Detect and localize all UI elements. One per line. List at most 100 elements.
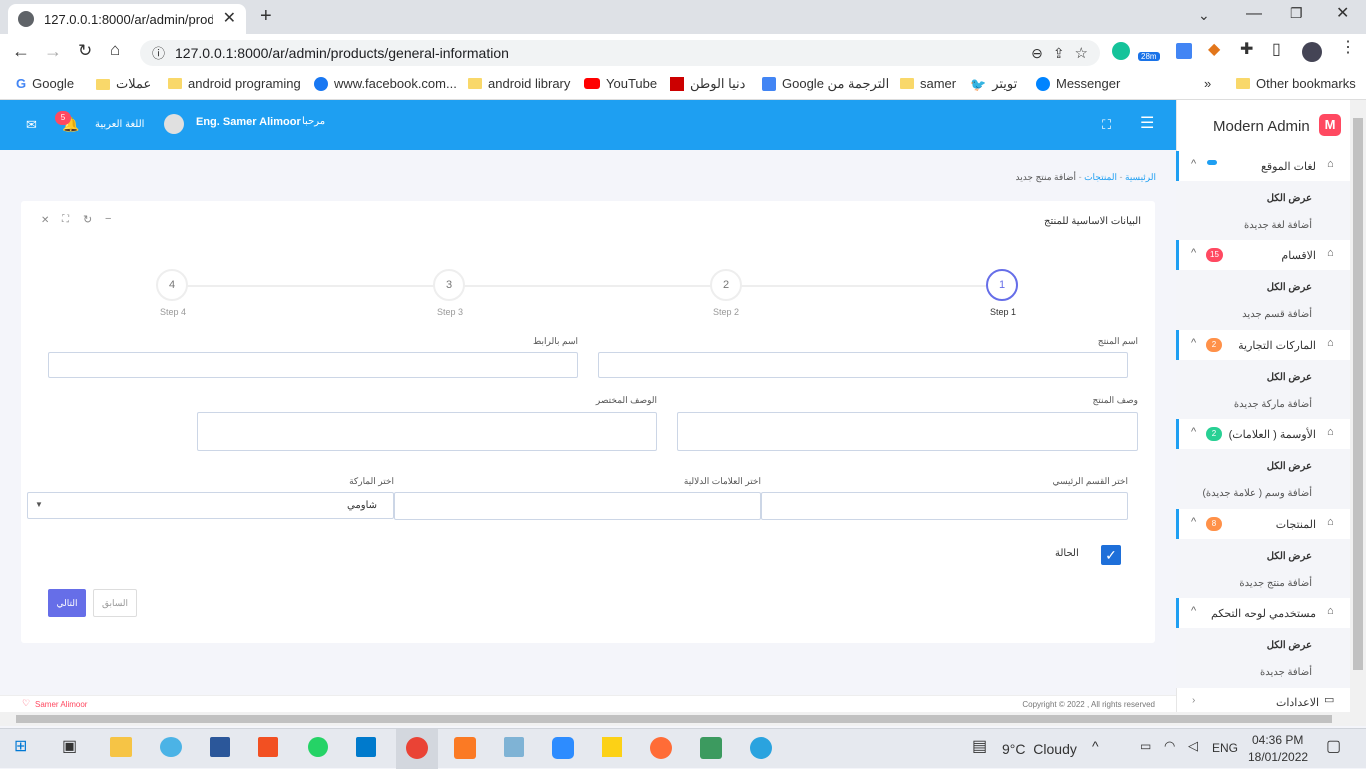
- browser-tab[interactable]: 127.0.0.1:8000/ar/admin/products/general…: [8, 4, 246, 34]
- weather-badge[interactable]: 28m: [1138, 52, 1160, 61]
- language-indicator[interactable]: ENG: [1212, 741, 1238, 755]
- restore-icon[interactable]: ❐: [1290, 6, 1303, 20]
- footer-author[interactable]: Samer Alimoor: [35, 700, 87, 709]
- mail-icon[interactable]: ✉: [26, 118, 37, 131]
- sidebar-group-head[interactable]: ^ ⌂ الاقسام 15: [1176, 240, 1350, 270]
- forward-icon[interactable]: →: [44, 42, 62, 60]
- brand-select[interactable]: ▼ شاومي: [27, 492, 394, 519]
- step-1[interactable]: 1: [986, 269, 1018, 301]
- paint-icon[interactable]: [160, 737, 182, 757]
- avatar[interactable]: [164, 114, 184, 134]
- main-category-select[interactable]: [761, 492, 1128, 520]
- submenu-add-new[interactable]: أضافة وسم ( علامة جديدة): [1203, 488, 1312, 499]
- submenu-view-all[interactable]: عرض الكل: [1267, 551, 1312, 562]
- telegram-icon[interactable]: [750, 737, 772, 759]
- star-icon[interactable]: ☆: [1075, 46, 1088, 61]
- close-tab-icon[interactable]: ✕: [223, 11, 236, 27]
- sidebar-group-head[interactable]: ^ ⌂ مستخدمي لوحه التحكم: [1176, 598, 1350, 628]
- step-4[interactable]: 4: [156, 269, 188, 301]
- tags-select[interactable]: [394, 492, 761, 520]
- share-icon[interactable]: ⇪: [1053, 46, 1065, 60]
- bookmark-translate[interactable]: Google الترجمة من: [762, 76, 889, 92]
- profile-avatar[interactable]: [1302, 42, 1322, 62]
- expand-icon[interactable]: ⛶: [62, 215, 69, 225]
- submenu-add-new[interactable]: أضافة جديدة: [1260, 667, 1312, 678]
- status-checkbox[interactable]: ✓: [1101, 545, 1121, 565]
- product-name-input[interactable]: [598, 352, 1128, 378]
- sidebar-group-head[interactable]: ^ ⌂ الماركات التجارية 2: [1176, 330, 1350, 360]
- vertical-scrollbar[interactable]: [1350, 100, 1366, 712]
- battery-icon[interactable]: ▭: [1140, 740, 1151, 752]
- step-2[interactable]: 2: [710, 269, 742, 301]
- grammarly-icon[interactable]: [1112, 42, 1130, 60]
- task-view-icon[interactable]: ▣: [62, 739, 77, 755]
- short-description-textarea[interactable]: [197, 412, 657, 451]
- scroll-thumb[interactable]: [1353, 118, 1363, 670]
- user-name[interactable]: Eng. Samer Alimoor: [196, 116, 301, 128]
- bookmark-folder[interactable]: android programing: [168, 76, 301, 91]
- submenu-view-all[interactable]: عرض الكل: [1267, 461, 1312, 472]
- breadcrumb-products[interactable]: المنتجات: [1084, 172, 1117, 182]
- wifi-icon[interactable]: ◠: [1164, 739, 1175, 752]
- submenu-view-all[interactable]: عرض الكل: [1267, 640, 1312, 651]
- postman-icon[interactable]: [650, 737, 672, 759]
- store-icon[interactable]: [258, 737, 278, 757]
- vscode-icon[interactable]: [356, 737, 376, 757]
- bookmark-folder[interactable]: عملات: [96, 76, 151, 92]
- close-icon[interactable]: ✕: [41, 216, 49, 226]
- zoom-icon[interactable]: ⊖: [1031, 46, 1043, 60]
- clock-time[interactable]: 04:36 PM: [1252, 733, 1303, 747]
- sidebar-group-head[interactable]: ^ ⌂ لغات الموقع: [1176, 151, 1350, 181]
- submenu-add-new[interactable]: أضافة منتج جديدة: [1239, 578, 1312, 589]
- breadcrumb-home[interactable]: الرئيسية: [1125, 172, 1156, 182]
- word-icon[interactable]: [210, 737, 230, 757]
- submenu-add-new[interactable]: أضافة لغة جديدة: [1244, 220, 1312, 231]
- notification-center-icon[interactable]: ▢: [1326, 739, 1341, 755]
- extensions-icon[interactable]: ✚: [1240, 42, 1253, 58]
- next-button[interactable]: التالي: [48, 589, 86, 617]
- tab-search-icon[interactable]: ⌄: [1198, 8, 1210, 22]
- sidepanel-icon[interactable]: ▯: [1272, 42, 1281, 58]
- sidebar-item-settings[interactable]: › الاعدادات ▭: [1176, 692, 1350, 712]
- other-bookmarks[interactable]: Other bookmarks: [1236, 76, 1356, 91]
- language-switch[interactable]: اللغة العربية: [95, 119, 144, 130]
- bookmark-google[interactable]: G Google: [16, 76, 74, 91]
- reload-icon[interactable]: ↻: [83, 215, 92, 226]
- notepad-icon[interactable]: [504, 737, 524, 757]
- volume-icon[interactable]: ◁: [1188, 739, 1198, 752]
- description-textarea[interactable]: [677, 412, 1138, 451]
- bookmark-facebook[interactable]: www.facebook.com...: [314, 76, 457, 91]
- bookmark-youtube[interactable]: YouTube: [584, 76, 657, 91]
- close-window-icon[interactable]: ✕: [1336, 6, 1349, 22]
- sidebar-brand[interactable]: Modern Admin M: [1177, 100, 1351, 152]
- reload-icon[interactable]: ↻: [78, 42, 92, 59]
- translate-icon[interactable]: [1176, 43, 1192, 59]
- previous-button[interactable]: السابق: [93, 589, 137, 617]
- submenu-view-all[interactable]: عرض الكل: [1267, 193, 1312, 204]
- more-bookmarks-icon[interactable]: »: [1204, 76, 1211, 91]
- omnibox[interactable]: ⓘ 127.0.0.1:8000/ar/admin/products/gener…: [140, 40, 1100, 66]
- fullscreen-icon[interactable]: ⛶: [1102, 118, 1111, 131]
- hscroll-thumb[interactable]: [16, 715, 1332, 723]
- bookmark-folder[interactable]: samer: [900, 76, 956, 91]
- tray-chevron-icon[interactable]: ^: [1092, 739, 1099, 753]
- horizontal-scrollbar[interactable]: [0, 712, 1366, 726]
- menu-icon[interactable]: ⋮: [1340, 40, 1356, 56]
- bookmark-twitter[interactable]: 🐦 تويتر: [970, 76, 1017, 92]
- submenu-add-new[interactable]: أضافة ماركة جديدة: [1234, 399, 1312, 410]
- new-tab-icon[interactable]: +: [260, 6, 272, 26]
- explorer-icon[interactable]: [110, 737, 132, 757]
- back-icon[interactable]: ←: [12, 42, 30, 60]
- bookmark-donia[interactable]: دنيا الوطن: [670, 76, 745, 92]
- metamask-icon[interactable]: ◆: [1208, 42, 1220, 58]
- weather-text[interactable]: 9°C Cloudy: [1002, 741, 1077, 757]
- sidebar-group-head[interactable]: ^ ⌂ الأوسمة ( العلامات) 2: [1176, 419, 1350, 449]
- zoom-icon[interactable]: [552, 737, 574, 759]
- sticky-notes-icon[interactable]: [602, 737, 622, 757]
- home-icon[interactable]: ⌂: [110, 41, 120, 58]
- minimize-icon[interactable]: —: [1246, 6, 1262, 22]
- xampp-icon[interactable]: [454, 737, 476, 759]
- windows-start-icon[interactable]: ⊞: [14, 739, 27, 755]
- chrome-icon[interactable]: [406, 737, 428, 759]
- url-text[interactable]: 127.0.0.1:8000/ar/admin/products/general…: [175, 45, 1021, 61]
